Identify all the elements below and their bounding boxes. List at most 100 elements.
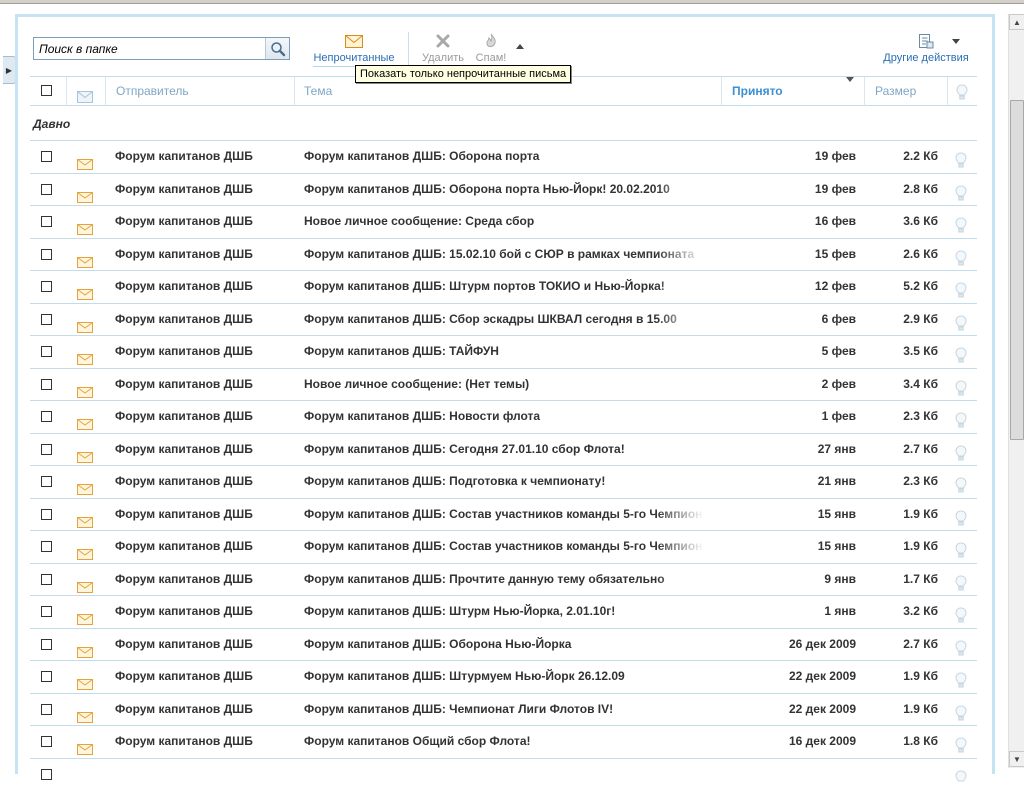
message-sender[interactable]: Форум капитанов ДШБ — [115, 141, 300, 172]
message-subject[interactable]: Форум капитанов ДШБ: Оборона порта — [304, 141, 704, 172]
scroll-thumb[interactable] — [1010, 100, 1024, 440]
read-status-column[interactable] — [77, 85, 93, 103]
message-row[interactable]: Форум капитанов ДШБ Форум капитанов ДШБ: … — [30, 629, 977, 661]
row-checkbox[interactable] — [41, 573, 52, 585]
message-subject[interactable]: Форум капитанов ДШБ: Оборона Нью-Йорка — [304, 629, 704, 660]
message-subject[interactable]: Форум капитанов ДШБ: Штурмуем Нью-Йорк 2… — [304, 661, 704, 692]
message-subject[interactable]: Новое личное сообщение: Среда сбор — [304, 206, 704, 237]
unread-envelope-icon[interactable] — [77, 249, 93, 268]
message-row[interactable]: Форум капитанов ДШБ Новое личное сообщени… — [30, 369, 977, 401]
delete-button[interactable]: Удалить — [416, 30, 470, 70]
message-subject[interactable]: Форум капитанов ДШБ: Штурм портов ТОКИО … — [304, 271, 704, 302]
lightbulb-icon[interactable] — [955, 313, 967, 330]
message-subject[interactable]: Форум капитанов ДШБ: Новости флота — [304, 401, 704, 432]
scroll-up-arrow[interactable]: ▲ — [1009, 14, 1024, 30]
search-button[interactable] — [265, 38, 289, 59]
message-sender[interactable]: Форум капитанов ДШБ — [115, 401, 300, 432]
row-checkbox[interactable] — [41, 476, 52, 487]
column-size[interactable]: Размер — [875, 77, 916, 106]
message-sender[interactable]: Форум капитанов ДШБ — [115, 531, 300, 562]
message-subject[interactable]: Форум капитанов ДШБ: Сбор эскадры ШКВАЛ … — [304, 304, 704, 335]
message-sender[interactable]: Форум капитанов ДШБ — [115, 466, 300, 497]
message-row[interactable]: Форум капитанов ДШБ Форум капитанов ДШБ: … — [30, 694, 977, 726]
message-row[interactable]: Форум капитанов ДШБ Форум капитанов ДШБ: … — [30, 174, 977, 206]
message-subject[interactable]: Форум капитанов ДШБ: Прочтите данную тем… — [304, 564, 704, 595]
lightbulb-icon[interactable] — [955, 735, 967, 753]
row-checkbox[interactable] — [41, 508, 52, 520]
unread-envelope-icon[interactable] — [77, 541, 93, 560]
message-subject[interactable]: Форум капитанов Общий сбор Флота! — [304, 726, 704, 757]
message-sender[interactable]: Форум капитанов ДШБ — [115, 336, 300, 367]
unread-envelope-icon[interactable] — [77, 444, 93, 463]
unread-envelope-icon[interactable] — [77, 281, 93, 300]
message-subject[interactable]: Форум капитанов ДШБ: Состав участников к… — [304, 531, 704, 562]
unread-envelope-icon[interactable] — [77, 379, 93, 398]
unread-envelope-icon[interactable] — [77, 216, 93, 235]
unread-envelope-icon[interactable] — [77, 639, 93, 658]
lightbulb-icon[interactable] — [955, 605, 967, 623]
row-checkbox[interactable] — [41, 541, 52, 552]
message-subject[interactable]: Форум капитанов ДШБ: ТАЙФУН — [304, 336, 704, 367]
lightbulb-column[interactable] — [956, 83, 968, 101]
message-row[interactable]: Форум капитанов ДШБ Форум капитанов Общий… — [30, 726, 977, 759]
row-checkbox[interactable] — [41, 736, 52, 747]
lightbulb-icon[interactable] — [955, 150, 967, 168]
message-row[interactable]: Форум капитанов ДШБ Форум капитанов ДШБ: … — [30, 401, 977, 434]
chevron-down-icon[interactable] — [952, 39, 960, 44]
spam-button[interactable]: Спам! — [472, 30, 510, 70]
message-sender[interactable]: Форум капитанов ДШБ — [115, 304, 300, 335]
row-checkbox[interactable] — [41, 183, 52, 195]
unread-envelope-icon[interactable] — [77, 509, 93, 528]
scroll-down-arrow[interactable]: ▼ — [1009, 751, 1024, 767]
row-checkbox[interactable] — [41, 768, 52, 780]
lightbulb-icon[interactable] — [955, 638, 967, 655]
message-subject[interactable]: Форум капитанов ДШБ: Подготовка к чемпио… — [304, 466, 704, 497]
unread-envelope-icon[interactable] — [77, 671, 93, 690]
message-subject[interactable]: Форум капитанов ДШБ: Оборона порта Нью-Й… — [304, 174, 704, 205]
unread-envelope-icon[interactable] — [77, 736, 93, 755]
message-row[interactable]: Форум капитанов ДШБ Форум капитанов ДШБ: … — [30, 304, 977, 336]
row-checkbox[interactable] — [41, 671, 52, 682]
more-actions-button[interactable]: Другие действия — [878, 30, 974, 70]
message-sender[interactable]: Форум капитанов ДШБ — [115, 661, 300, 692]
row-checkbox[interactable] — [41, 151, 52, 162]
message-sender[interactable]: Форум капитанов ДШБ — [115, 434, 300, 465]
unread-envelope-icon[interactable] — [77, 704, 93, 723]
message-sender[interactable]: Форум капитанов ДШБ — [115, 239, 300, 270]
message-sender[interactable]: Форум капитанов ДШБ — [115, 206, 300, 237]
row-checkbox[interactable] — [41, 606, 52, 617]
lightbulb-icon[interactable] — [955, 475, 967, 493]
column-accepted[interactable]: Принято — [732, 77, 783, 106]
lightbulb-icon[interactable] — [955, 183, 967, 200]
message-row[interactable]: Форум капитанов ДШБ Форум капитанов ДШБ: … — [30, 596, 977, 629]
message-row-partial[interactable] — [30, 759, 977, 792]
unread-envelope-icon[interactable] — [77, 476, 93, 495]
message-sender[interactable]: Форум капитанов ДШБ — [115, 271, 300, 302]
message-sender[interactable]: Форум капитанов ДШБ — [115, 596, 300, 627]
row-checkbox[interactable] — [41, 313, 52, 325]
message-sender[interactable]: Форум капитанов ДШБ — [115, 369, 300, 400]
message-row[interactable]: Форум капитанов ДШБ Форум капитанов ДШБ: … — [30, 336, 977, 369]
lightbulb-icon[interactable] — [955, 443, 967, 460]
sort-descending-icon[interactable] — [846, 77, 854, 106]
row-checkbox[interactable] — [41, 638, 52, 650]
lightbulb-icon[interactable] — [955, 280, 967, 298]
message-sender[interactable]: Форум капитанов ДШБ — [115, 499, 300, 530]
row-checkbox[interactable] — [41, 378, 52, 390]
message-row[interactable]: Форум капитанов ДШБ Форум капитанов ДШБ: … — [30, 531, 977, 564]
lightbulb-icon[interactable] — [955, 215, 967, 233]
row-checkbox[interactable] — [41, 281, 52, 292]
unread-envelope-icon[interactable] — [77, 346, 93, 365]
message-sender[interactable]: Форум капитанов ДШБ — [115, 564, 300, 595]
select-all-checkbox[interactable] — [41, 85, 52, 96]
message-sender[interactable]: Форум капитанов ДШБ — [115, 726, 300, 757]
message-row[interactable]: Форум капитанов ДШБ Форум капитанов ДШБ: … — [30, 239, 977, 271]
search-input[interactable] — [34, 38, 262, 59]
unread-envelope-icon[interactable] — [77, 574, 93, 593]
row-checkbox[interactable] — [41, 443, 52, 455]
unread-filter-button[interactable]: Непрочитанные — [310, 30, 398, 70]
lightbulb-icon[interactable] — [955, 345, 967, 363]
message-subject[interactable]: Новое личное сообщение: (Нет темы) — [304, 369, 704, 400]
row-checkbox[interactable] — [41, 703, 52, 715]
column-sender[interactable]: Отправитель — [116, 77, 189, 106]
